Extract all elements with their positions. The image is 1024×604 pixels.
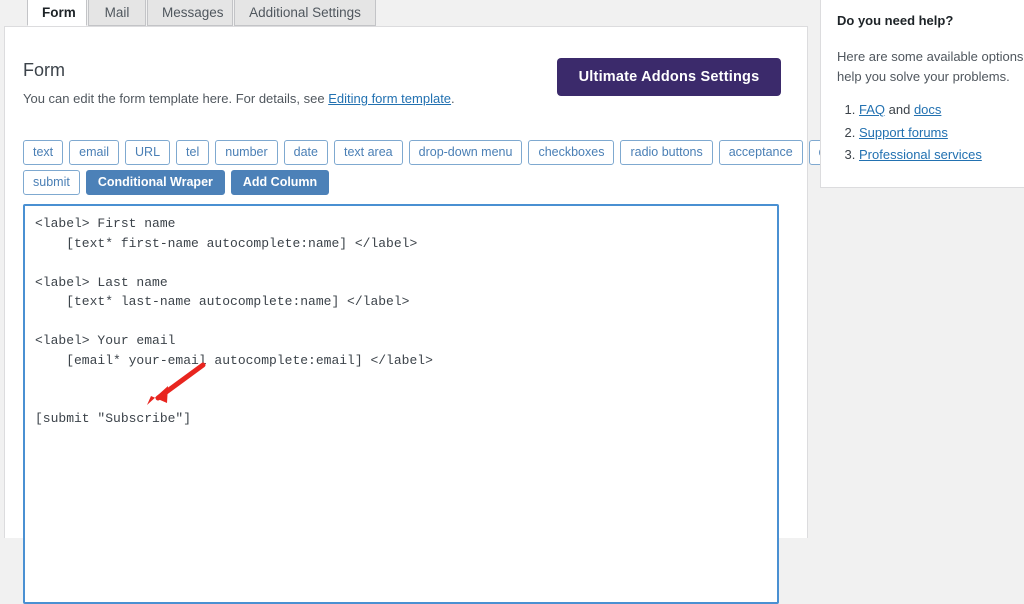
form-template-code[interactable]: <label> First name [text* first-name aut… (25, 206, 777, 602)
page-title: Form (23, 60, 65, 80)
editing-form-template-link[interactable]: Editing form template (328, 91, 451, 106)
tab-form[interactable]: Form (27, 0, 87, 26)
help-panel-link-list: FAQ and docs Support forums Professional… (837, 99, 1024, 167)
tab-form-label: Form (42, 5, 76, 20)
form-tag-toolbar-row-1: text email URL tel number date text area… (23, 140, 894, 165)
help-panel-title: Do you need help? (837, 13, 954, 28)
form-panel: Form You can edit the form template here… (4, 26, 894, 604)
help-panel: Do you need help? Here are some availabl… (820, 0, 1024, 188)
form-tag-toolbar-row-2: submit Conditional Wraper Add Column (23, 170, 783, 195)
docs-link[interactable]: docs (914, 102, 941, 117)
panel-description-text: You can edit the form template here. For… (23, 91, 329, 106)
professional-services-link[interactable]: Professional services (859, 147, 982, 162)
tag-button-drop-down-menu[interactable]: drop-down menu (408, 140, 523, 165)
tag-button-date[interactable]: date (283, 140, 328, 165)
tag-button-number[interactable]: number (215, 140, 278, 165)
tag-button-text-area[interactable]: text area (333, 140, 403, 165)
form-tag-toolbar: text email URL tel number date text area… (23, 140, 894, 200)
faq-and-text: and (885, 102, 914, 117)
tag-button-url[interactable]: URL (125, 140, 171, 165)
tab-mail[interactable]: Mail (88, 0, 146, 26)
tag-button-add-column[interactable]: Add Column (230, 170, 330, 195)
tag-button-conditional-wraper[interactable]: Conditional Wraper (85, 170, 225, 195)
panel-description-period: . (451, 91, 455, 106)
faq-link[interactable]: FAQ (859, 102, 885, 117)
form-template-editor[interactable]: <label> First name [text* first-name aut… (23, 204, 779, 604)
panel-description: You can edit the form template here. For… (23, 91, 455, 106)
ultimate-addons-settings-button[interactable]: Ultimate Addons Settings (557, 58, 781, 96)
tag-button-acceptance[interactable]: acceptance (718, 140, 803, 165)
tab-additional-settings[interactable]: Additional Settings (234, 0, 376, 26)
tag-button-radio-buttons[interactable]: radio buttons (620, 140, 713, 165)
help-panel-body: Here are some available options to help … (837, 49, 1024, 84)
help-list-item-faq: FAQ and docs (859, 99, 1024, 122)
tag-button-submit[interactable]: submit (23, 170, 80, 195)
tag-button-text[interactable]: text (23, 140, 64, 165)
tag-button-checkboxes[interactable]: checkboxes (528, 140, 615, 165)
tag-button-email[interactable]: email (69, 140, 120, 165)
tab-additional-settings-label: Additional Settings (249, 5, 361, 20)
tag-button-tel[interactable]: tel (176, 140, 210, 165)
help-list-item-support-forums: Support forums (859, 122, 1024, 145)
help-list-item-professional-services: Professional services (859, 144, 1024, 167)
tab-messages-label: Messages (162, 5, 224, 20)
tab-messages[interactable]: Messages (147, 0, 233, 26)
tab-mail-label: Mail (104, 5, 130, 20)
support-forums-link[interactable]: Support forums (859, 125, 948, 140)
